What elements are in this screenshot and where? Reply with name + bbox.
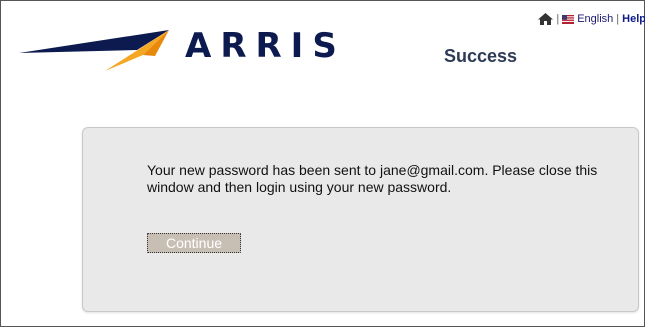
- login-window: ARRIS | English | Help Success Your new …: [0, 0, 645, 327]
- home-icon[interactable]: [538, 13, 554, 25]
- message-panel: Your new password has been sent to jane@…: [82, 127, 639, 312]
- help-link[interactable]: Help: [622, 13, 645, 25]
- logo-swoosh-icon: [19, 30, 169, 71]
- link-separator: |: [616, 13, 620, 25]
- us-flag-icon: [562, 14, 575, 24]
- link-separator: |: [556, 13, 560, 25]
- language-link[interactable]: English: [577, 13, 613, 25]
- arris-logo: ARRIS: [19, 23, 349, 73]
- page-title: Success: [444, 46, 518, 66]
- logo-wordmark: ARRIS: [185, 26, 346, 66]
- top-links: | English | Help: [538, 13, 645, 25]
- success-message: Your new password has been sent to jane@…: [147, 162, 598, 195]
- continue-button[interactable]: Continue: [147, 233, 241, 253]
